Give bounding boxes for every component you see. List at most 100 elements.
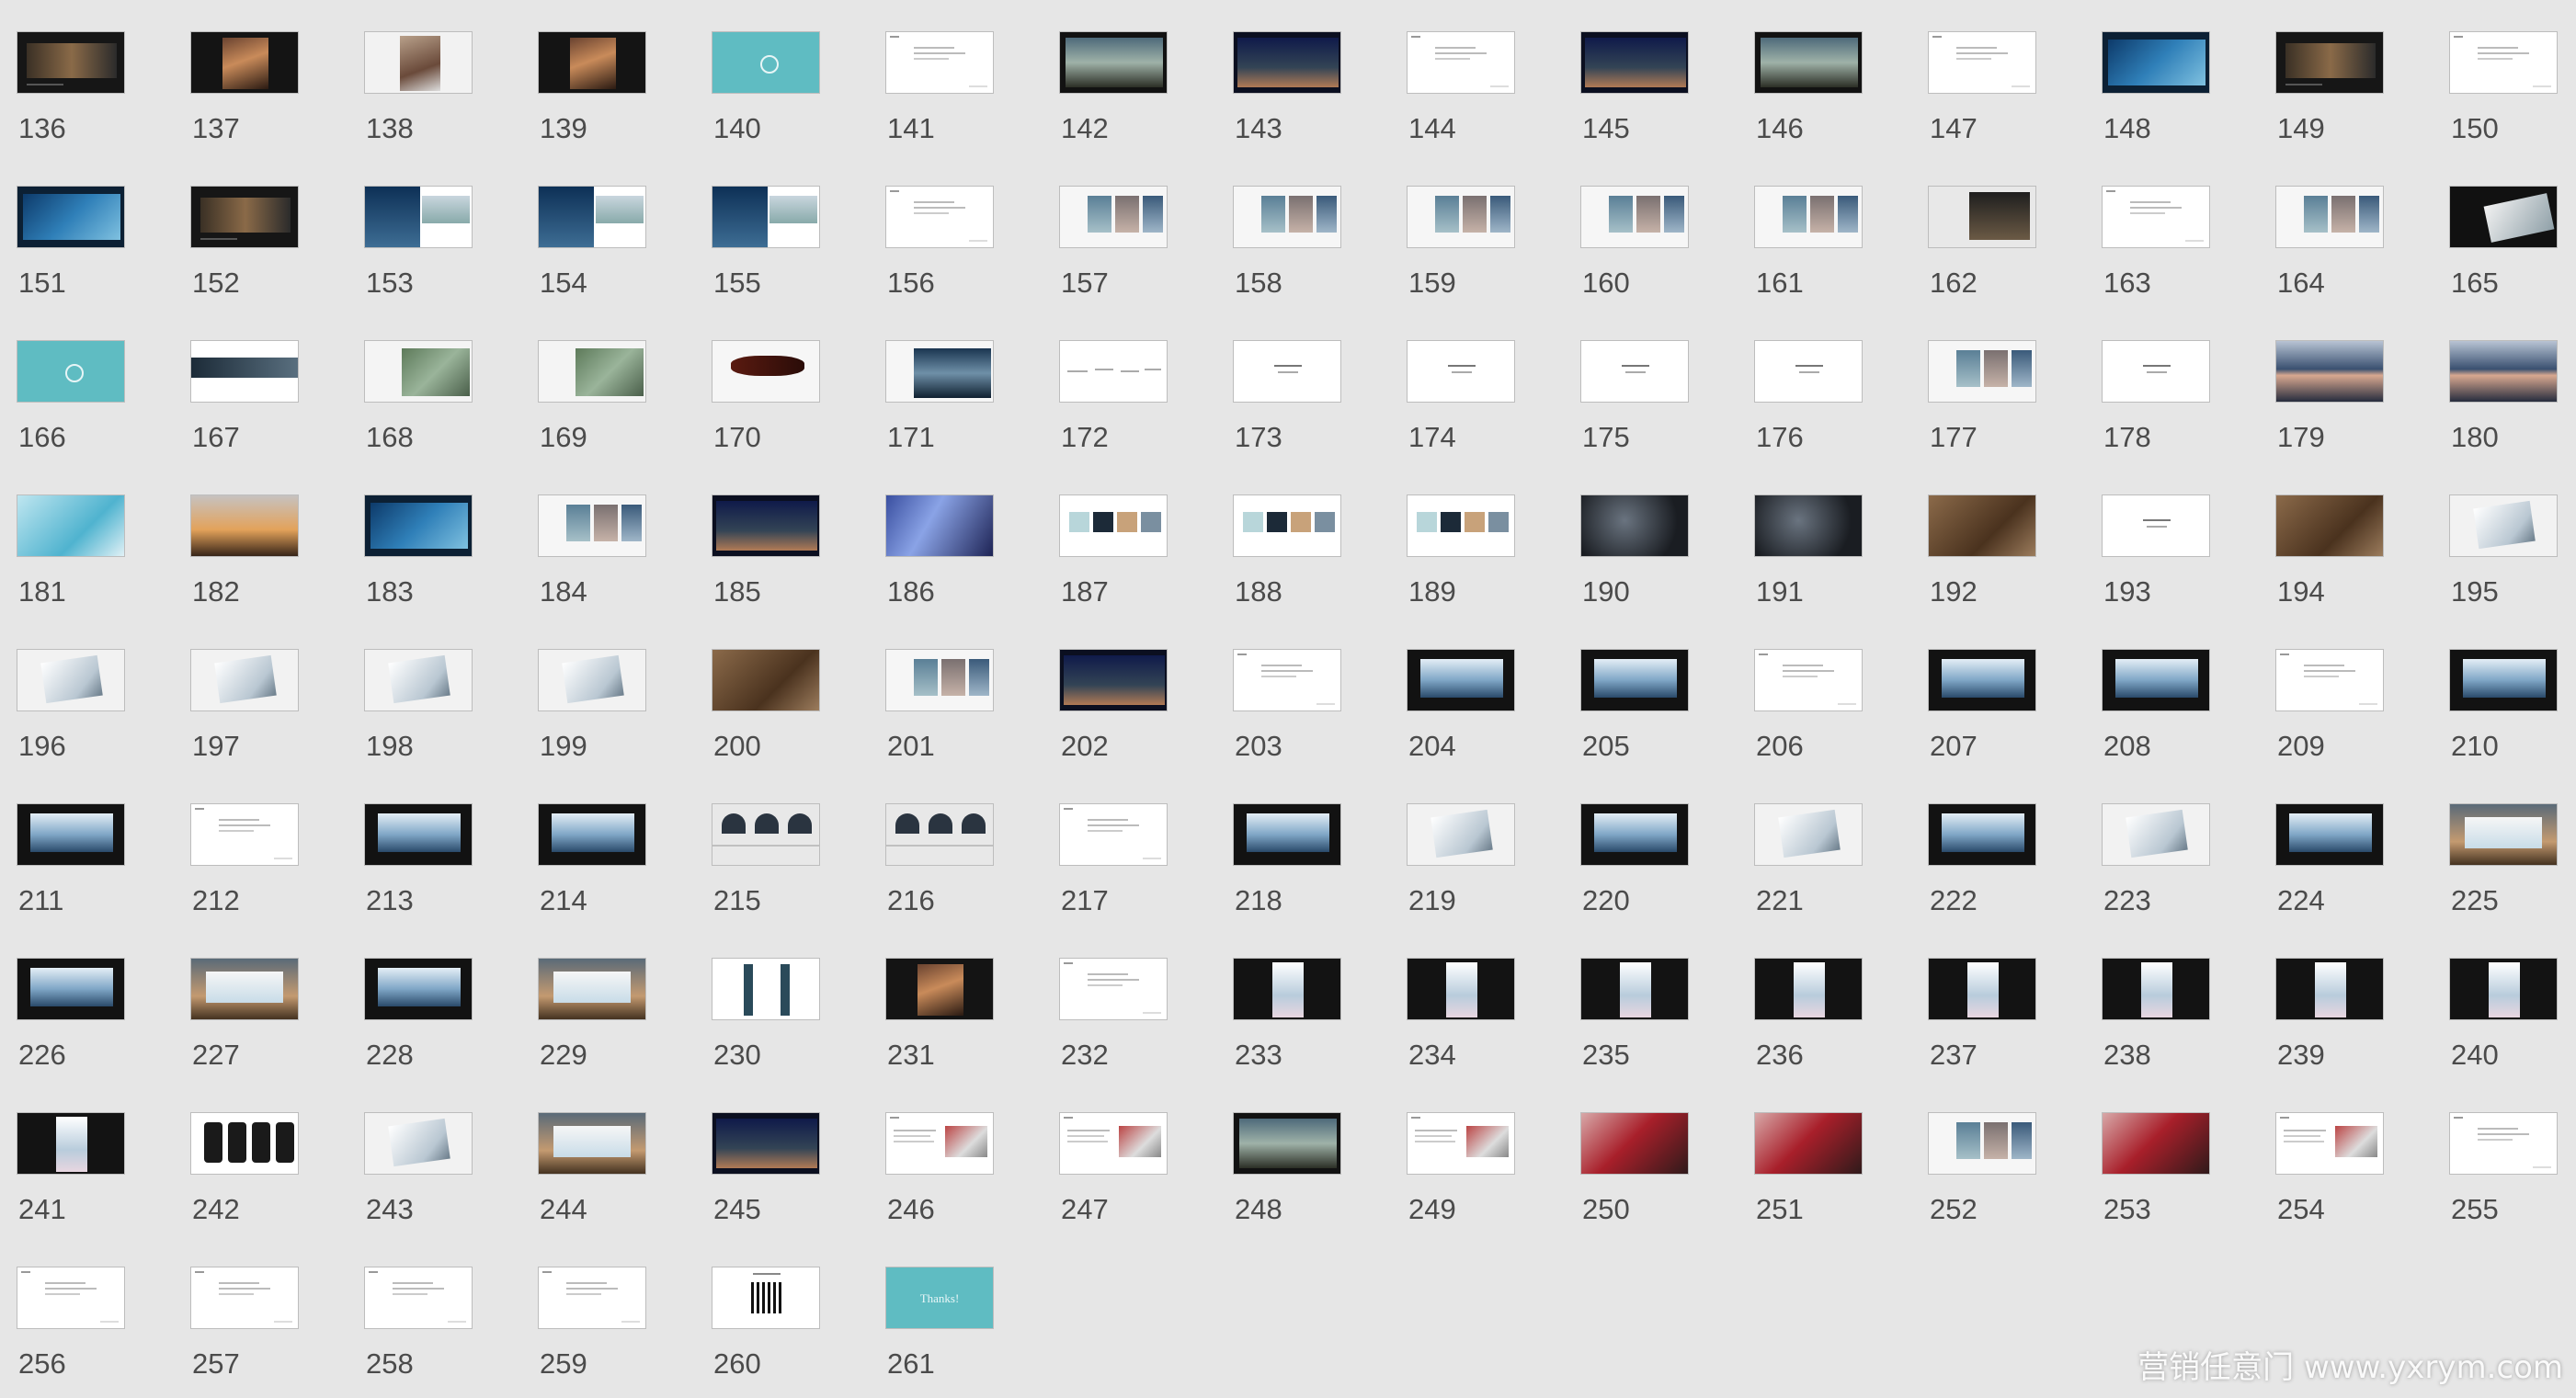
slide-item-196[interactable]: 196 bbox=[2, 623, 149, 761]
slide-item-222[interactable]: 222 bbox=[1913, 778, 2060, 915]
slide-item-190[interactable]: 190 bbox=[1566, 469, 1713, 607]
slide-thumbnail[interactable] bbox=[364, 958, 473, 1020]
slide-item-200[interactable]: 200 bbox=[697, 623, 844, 761]
slide-thumbnail[interactable] bbox=[1407, 649, 1515, 711]
slide-thumbnail[interactable] bbox=[1059, 31, 1168, 94]
slide-item-241[interactable]: 241 bbox=[2, 1086, 149, 1224]
slide-thumbnail[interactable] bbox=[1233, 1112, 1341, 1175]
slide-item-249[interactable]: 249 bbox=[1392, 1086, 1539, 1224]
slide-thumbnail[interactable] bbox=[1407, 340, 1515, 403]
slide-thumbnail[interactable] bbox=[712, 340, 820, 403]
slide-item-180[interactable]: 180 bbox=[2434, 314, 2576, 452]
slide-thumbnail[interactable] bbox=[538, 958, 646, 1020]
slide-item-237[interactable]: 237 bbox=[1913, 932, 2060, 1070]
slide-thumbnail[interactable] bbox=[538, 649, 646, 711]
slide-item-258[interactable]: 258 bbox=[349, 1241, 496, 1379]
slide-thumbnail[interactable] bbox=[1580, 958, 1689, 1020]
slide-thumbnail[interactable] bbox=[1928, 649, 2036, 711]
slide-item-216[interactable]: 216 bbox=[871, 778, 1018, 915]
slide-item-215[interactable]: 215 bbox=[697, 778, 844, 915]
slide-thumbnail[interactable] bbox=[2275, 958, 2384, 1020]
slide-item-194[interactable]: 194 bbox=[2261, 469, 2408, 607]
slide-thumbnail[interactable] bbox=[712, 494, 820, 557]
slide-thumbnail[interactable] bbox=[1580, 803, 1689, 866]
slide-item-175[interactable]: 175 bbox=[1566, 314, 1713, 452]
slide-item-159[interactable]: 159 bbox=[1392, 160, 1539, 298]
slide-item-161[interactable]: 161 bbox=[1739, 160, 1886, 298]
slide-item-261[interactable]: Thanks! 261 bbox=[871, 1241, 1018, 1379]
slide-item-244[interactable]: 244 bbox=[523, 1086, 670, 1224]
slide-thumbnail[interactable] bbox=[1754, 31, 1863, 94]
slide-thumbnail[interactable] bbox=[1754, 340, 1863, 403]
slide-thumbnail[interactable] bbox=[885, 958, 994, 1020]
slide-item-246[interactable]: 246 bbox=[871, 1086, 1018, 1224]
slide-item-214[interactable]: 214 bbox=[523, 778, 670, 915]
slide-item-184[interactable]: 184 bbox=[523, 469, 670, 607]
slide-thumbnail[interactable] bbox=[538, 186, 646, 248]
slide-item-234[interactable]: 234 bbox=[1392, 932, 1539, 1070]
slide-thumbnail[interactable] bbox=[1233, 649, 1341, 711]
slide-item-182[interactable]: 182 bbox=[176, 469, 323, 607]
slide-item-239[interactable]: 239 bbox=[2261, 932, 2408, 1070]
slide-item-223[interactable]: 223 bbox=[2087, 778, 2234, 915]
slide-item-165[interactable]: 165 bbox=[2434, 160, 2576, 298]
slide-item-219[interactable]: 219 bbox=[1392, 778, 1539, 915]
slide-thumbnail[interactable] bbox=[2275, 649, 2384, 711]
slide-item-145[interactable]: 145 bbox=[1566, 6, 1713, 143]
slide-thumbnail[interactable] bbox=[190, 649, 299, 711]
slide-item-149[interactable]: 149 bbox=[2261, 6, 2408, 143]
slide-item-220[interactable]: 220 bbox=[1566, 778, 1713, 915]
slide-item-178[interactable]: 178 bbox=[2087, 314, 2234, 452]
slide-thumbnail[interactable] bbox=[17, 186, 125, 248]
slide-thumbnail[interactable] bbox=[1059, 494, 1168, 557]
slide-thumbnail[interactable] bbox=[1754, 1112, 1863, 1175]
slide-item-163[interactable]: 163 bbox=[2087, 160, 2234, 298]
slide-thumbnail[interactable] bbox=[2449, 340, 2558, 403]
slide-thumbnail[interactable] bbox=[2449, 31, 2558, 94]
slide-item-187[interactable]: 187 bbox=[1044, 469, 1191, 607]
slide-item-150[interactable]: 150 bbox=[2434, 6, 2576, 143]
slide-thumbnail[interactable] bbox=[2102, 1112, 2210, 1175]
slide-item-147[interactable]: 147 bbox=[1913, 6, 2060, 143]
slide-item-250[interactable]: 250 bbox=[1566, 1086, 1713, 1224]
slide-item-238[interactable]: 238 bbox=[2087, 932, 2234, 1070]
slide-item-192[interactable]: 192 bbox=[1913, 469, 2060, 607]
slide-thumbnail[interactable] bbox=[1233, 958, 1341, 1020]
slide-thumbnail[interactable] bbox=[190, 803, 299, 866]
slide-item-205[interactable]: 205 bbox=[1566, 623, 1713, 761]
slide-thumbnail[interactable] bbox=[364, 803, 473, 866]
slide-item-198[interactable]: 198 bbox=[349, 623, 496, 761]
slide-thumbnail[interactable] bbox=[1580, 494, 1689, 557]
slide-thumbnail[interactable] bbox=[2449, 186, 2558, 248]
slide-thumbnail[interactable] bbox=[2102, 803, 2210, 866]
slide-item-240[interactable]: 240 bbox=[2434, 932, 2576, 1070]
slide-thumbnail[interactable] bbox=[2449, 958, 2558, 1020]
slide-thumbnail[interactable] bbox=[1407, 31, 1515, 94]
slide-thumbnail[interactable] bbox=[712, 1112, 820, 1175]
slide-item-236[interactable]: 236 bbox=[1739, 932, 1886, 1070]
slide-item-144[interactable]: 144 bbox=[1392, 6, 1539, 143]
slide-thumbnail[interactable] bbox=[1059, 958, 1168, 1020]
slide-thumbnail[interactable] bbox=[1580, 186, 1689, 248]
slide-thumbnail[interactable] bbox=[1754, 958, 1863, 1020]
slide-thumbnail[interactable] bbox=[2102, 186, 2210, 248]
slide-thumbnail[interactable] bbox=[1407, 186, 1515, 248]
slide-item-151[interactable]: 151 bbox=[2, 160, 149, 298]
slide-item-257[interactable]: 257 bbox=[176, 1241, 323, 1379]
slide-thumbnail[interactable] bbox=[1928, 31, 2036, 94]
slide-thumbnail[interactable] bbox=[2102, 649, 2210, 711]
slide-item-172[interactable]: 172 bbox=[1044, 314, 1191, 452]
slide-item-173[interactable]: 173 bbox=[1218, 314, 1365, 452]
slide-item-177[interactable]: 177 bbox=[1913, 314, 2060, 452]
slide-item-209[interactable]: 209 bbox=[2261, 623, 2408, 761]
slide-item-242[interactable]: 242 bbox=[176, 1086, 323, 1224]
slide-thumbnail[interactable] bbox=[1928, 186, 2036, 248]
slide-item-146[interactable]: 146 bbox=[1739, 6, 1886, 143]
slide-item-138[interactable]: 138 bbox=[349, 6, 496, 143]
slide-thumbnail[interactable] bbox=[364, 1267, 473, 1329]
slide-item-139[interactable]: 139 bbox=[523, 6, 670, 143]
slide-item-235[interactable]: 235 bbox=[1566, 932, 1713, 1070]
slide-thumbnail[interactable] bbox=[1059, 649, 1168, 711]
slide-thumbnail[interactable] bbox=[712, 958, 820, 1020]
slide-thumbnail[interactable] bbox=[1059, 186, 1168, 248]
